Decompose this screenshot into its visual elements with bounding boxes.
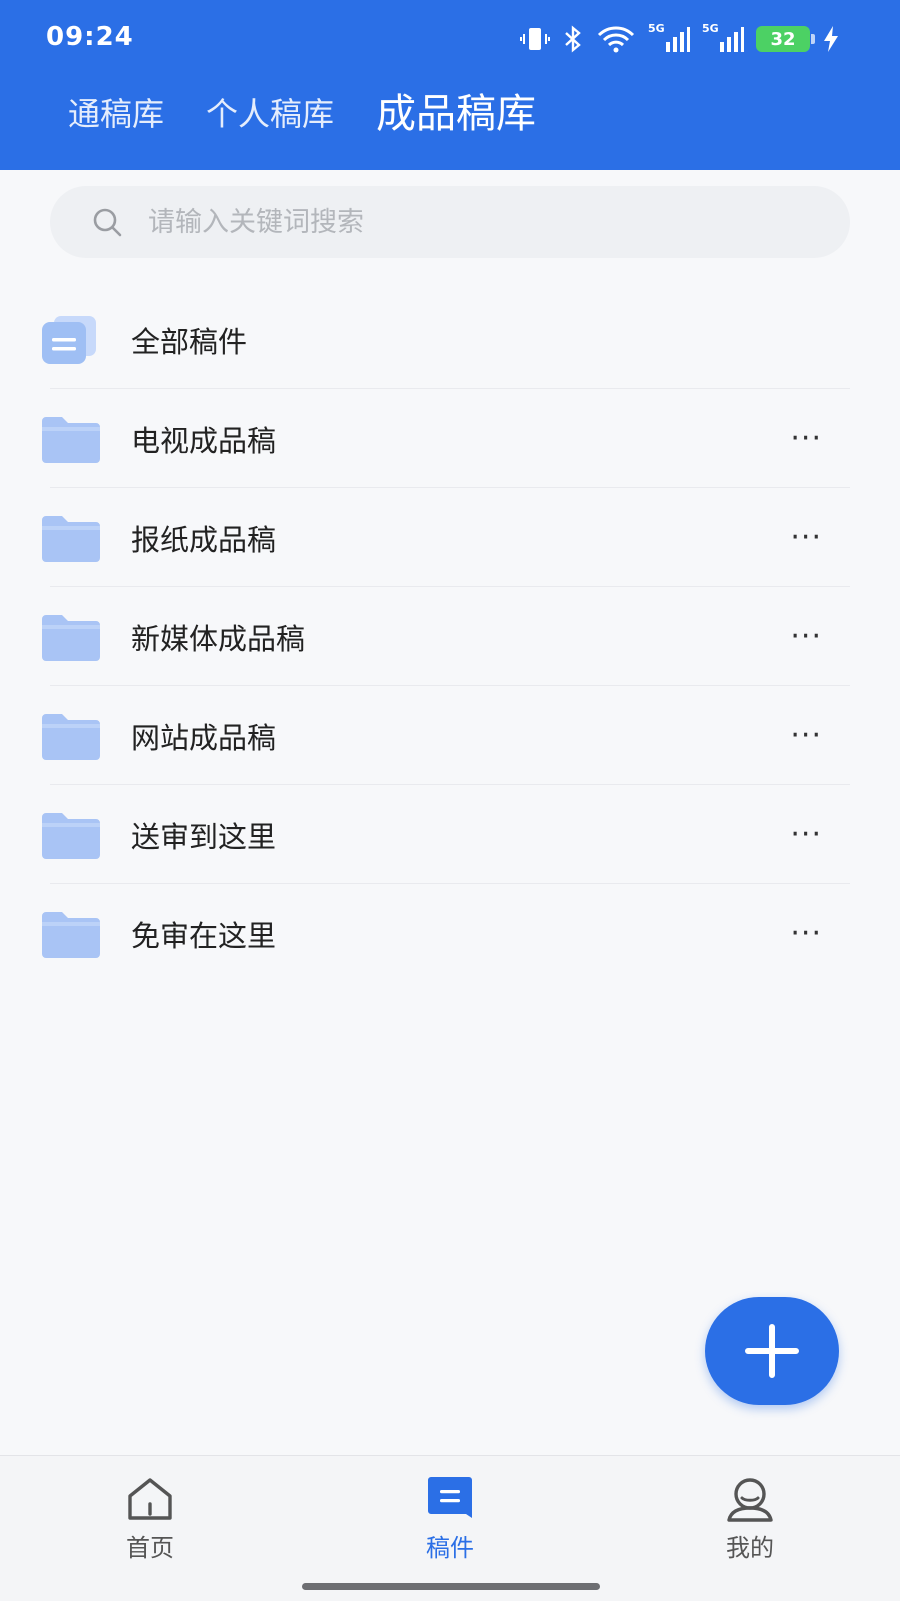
bottom-nav: 首页 稿件 我的 xyxy=(0,1455,900,1601)
signal-icon: 5G xyxy=(648,22,690,54)
list-item-website-finished[interactable]: 网站成品稿 ··· xyxy=(0,686,900,785)
list-item-review-exempt[interactable]: 免审在这里 ··· xyxy=(0,884,900,983)
folder-label: 电视成品稿 xyxy=(131,423,277,458)
folder-label: 网站成品稿 xyxy=(131,720,277,755)
add-button[interactable] xyxy=(705,1297,839,1405)
tab-personal-library[interactable]: 个人稿库 xyxy=(206,90,334,138)
tab-wire-library[interactable]: 通稿库 xyxy=(68,90,164,138)
folder-label: 报纸成品稿 xyxy=(131,522,277,557)
search-input[interactable] xyxy=(146,205,750,239)
status-time: 09:24 xyxy=(46,22,134,52)
more-options-button[interactable]: ··· xyxy=(790,423,822,454)
list-item-new-media-finished[interactable]: 新媒体成品稿 ··· xyxy=(0,587,900,686)
battery-indicator: 32 xyxy=(756,26,815,52)
plus-icon xyxy=(745,1324,799,1378)
more-options-button[interactable]: ··· xyxy=(790,621,822,652)
nav-label: 我的 xyxy=(726,1534,774,1562)
library-tabs: 通稿库 个人稿库 成品稿库 xyxy=(68,90,536,138)
nav-profile[interactable]: 我的 xyxy=(670,1476,830,1563)
list-item-all-manuscripts[interactable]: 全部稿件 xyxy=(0,290,900,389)
list-item-newspaper-finished[interactable]: 报纸成品稿 ··· xyxy=(0,488,900,587)
folder-label: 全部稿件 xyxy=(131,324,248,359)
more-options-button[interactable]: ··· xyxy=(790,918,822,949)
nav-manuscripts[interactable]: 稿件 xyxy=(370,1476,530,1563)
search-icon xyxy=(93,208,122,237)
tab-finished-library[interactable]: 成品稿库 xyxy=(376,90,536,138)
nav-label: 稿件 xyxy=(426,1534,474,1562)
stack-icon xyxy=(42,315,96,364)
profile-icon xyxy=(727,1478,773,1522)
folder-label: 送审到这里 xyxy=(131,819,277,854)
folder-icon xyxy=(42,614,100,661)
top-bar: 09:24 5G 5G 32 通稿库 个人稿库 成品稿库 xyxy=(0,0,900,170)
charging-icon xyxy=(822,25,840,53)
folder-list: 全部稿件 电视成品稿 ··· 报纸成品稿 ··· 新媒体成品稿 ··· 网站成品… xyxy=(0,290,900,983)
document-icon xyxy=(428,1477,472,1518)
more-options-button[interactable]: ··· xyxy=(790,720,822,751)
folder-label: 新媒体成品稿 xyxy=(131,621,306,656)
vibrate-icon xyxy=(520,24,550,54)
bluetooth-icon xyxy=(562,24,584,54)
folder-icon xyxy=(42,713,100,760)
folder-icon xyxy=(42,416,100,463)
nav-label: 首页 xyxy=(126,1534,174,1562)
network-type-1: 5G xyxy=(648,22,665,35)
more-options-button[interactable]: ··· xyxy=(790,819,822,850)
folder-icon xyxy=(42,911,100,958)
status-icons: 5G 5G 32 xyxy=(520,22,840,54)
home-indicator[interactable] xyxy=(302,1583,600,1590)
folder-icon xyxy=(42,812,100,859)
folder-label: 免审在这里 xyxy=(131,918,277,953)
nav-home[interactable]: 首页 xyxy=(70,1476,230,1563)
more-options-button[interactable]: ··· xyxy=(790,522,822,553)
home-icon xyxy=(128,1478,172,1520)
folder-icon xyxy=(42,515,100,562)
search-bar[interactable] xyxy=(50,186,850,258)
wifi-icon xyxy=(596,24,636,54)
list-item-send-review[interactable]: 送审到这里 ··· xyxy=(0,785,900,884)
network-type-2: 5G xyxy=(702,22,719,35)
list-item-tv-finished[interactable]: 电视成品稿 ··· xyxy=(0,389,900,488)
signal-icon-2: 5G xyxy=(702,22,744,54)
